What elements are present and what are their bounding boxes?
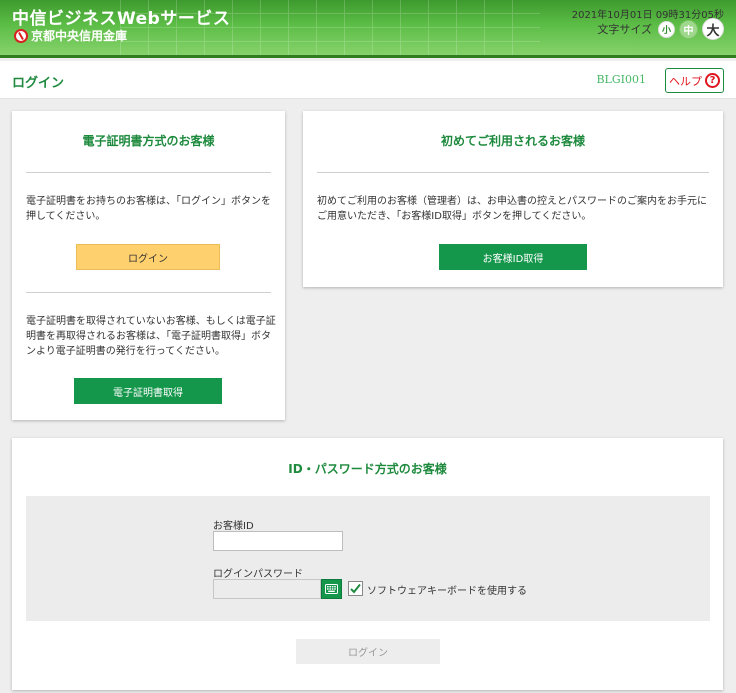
password-input[interactable] [213,579,321,599]
customer-id-label: お客様ID [213,521,254,532]
checkmark-icon [350,583,361,594]
first-time-text: 初めてご利用のお客様（管理者）は、お申込書の控えとパスワードのご案内をお手元にご… [317,196,707,222]
font-size-selector: 文字サイズ 小 中 大 [597,18,724,40]
first-time-card: 初めてご利用されるお客様 初めてご利用のお客様（管理者）は、お申込書の控えとパス… [303,111,723,287]
help-label: ヘルプ [669,74,702,88]
first-time-card-title: 初めてご利用されるお客様 [440,134,585,148]
id-password-login-button[interactable]: ログイン [296,639,440,664]
id-password-card-title: ID・パスワード方式のお客様 [288,462,447,476]
certificate-acquire-button[interactable]: 電子証明書取得 [74,378,222,404]
screen-id: BLGI001 [596,73,646,86]
software-keyboard-label[interactable]: ソフトウェアキーボードを使用する [367,582,527,597]
password-label: ログインパスワード [213,569,303,580]
keyboard-icon [325,584,338,594]
login-form-area: お客様ID ログインパスワード ソフトウェアキーボードを使用する [26,496,710,621]
certificate-card-title: 電子証明書方式のお客様 [82,134,215,148]
page-title: ログイン [12,76,65,91]
certificate-acquire-text: 電子証明書を取得されていないお客様、もしくは電子証明書を再取得されるお客様は、「… [26,316,276,357]
divider [26,172,271,173]
certificate-login-card: 電子証明書方式のお客様 電子証明書をお持ちのお客様は、「ログイン」ボタンを押して… [12,111,285,420]
certificate-login-button[interactable]: ログイン [76,244,220,270]
customer-id-input[interactable] [213,531,343,551]
app-header: 中信ビジネスWebサービス 京都中央信用金庫 2021年10月01日 09時31… [0,0,736,58]
service-title: 中信ビジネスWebサービス [12,9,231,29]
font-size-small-button[interactable]: 小 [658,20,675,38]
help-button[interactable]: ヘルプ ? [665,68,724,93]
software-keyboard-checkbox[interactable] [348,581,363,596]
title-bar: ログイン BLGI001 ヘルプ ? [0,61,736,99]
acquire-customer-id-button[interactable]: お客様ID取得 [439,244,587,270]
bank-logo-icon [14,28,28,43]
help-question-icon: ? [705,73,720,88]
divider [317,172,709,173]
font-size-medium-button[interactable]: 中 [679,19,698,39]
software-keyboard-button[interactable] [321,579,342,599]
font-size-label: 文字サイズ [597,23,652,36]
divider [26,292,271,293]
certificate-login-text: 電子証明書をお持ちのお客様は、「ログイン」ボタンを押してください。 [26,196,271,222]
bank-name-text: 京都中央信用金庫 [31,29,128,43]
font-size-large-button[interactable]: 大 [702,18,724,40]
id-password-login-card: ID・パスワード方式のお客様 お客様ID ログインパスワード ソフトウェアキーボ… [12,438,723,690]
bank-name: 京都中央信用金庫 [14,27,127,44]
